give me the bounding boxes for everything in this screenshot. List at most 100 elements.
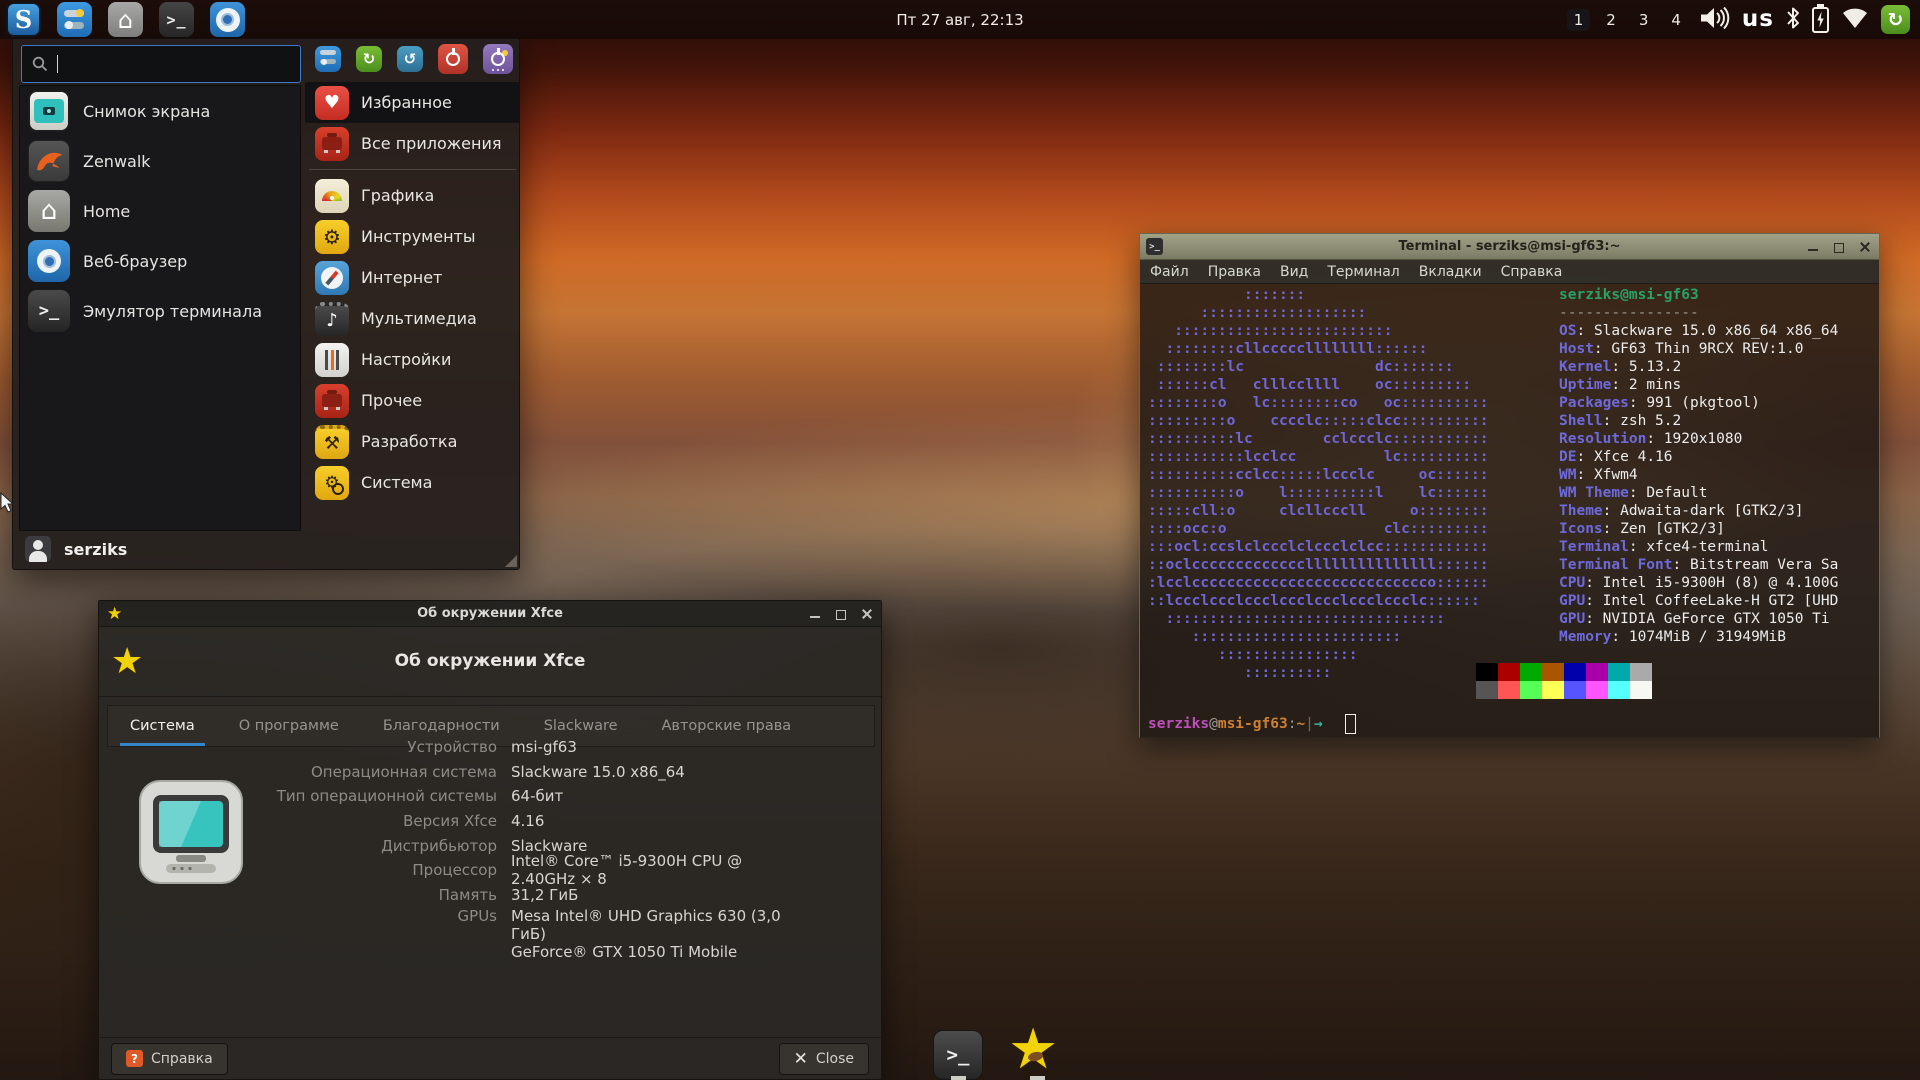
resize-grip[interactable] [505,555,517,567]
category-other[interactable]: Прочее [305,380,520,421]
session-button[interactable] [483,44,513,74]
menu-terminal[interactable]: Терминал [1327,264,1399,280]
menu-item-terminal-emulator[interactable]: >_ Эмулятор терминала [20,286,300,336]
neofetch-info-line: Terminalxfce4-terminal [1559,538,1838,556]
palette-swatch [1476,681,1498,699]
category-graphics[interactable]: Графика [305,175,520,216]
about-actions: ? Справка ✕ Close [99,1037,881,1079]
home-launcher[interactable]: ⌂ [108,2,143,37]
menu-item-zenwalk[interactable]: Zenwalk [20,136,300,186]
palette-swatch [1608,681,1630,699]
neofetch-info-line: Memory1074MiB / 31949MiB [1559,628,1838,646]
graphics-rainbow-icon [315,179,349,213]
settings-sliders-icon [315,343,349,377]
neofetch-info-line: GPUIntel CoffeeLake-H GT2 [UHD [1559,592,1838,610]
palette-swatch [1542,681,1564,699]
palette-swatch [1520,663,1542,681]
field-gpus: GPUsMesa Intel® UHD Graphics 630 (3,0 Ги… [109,907,809,956]
slackware-launcher[interactable]: S [6,2,41,37]
dock-about-xfce-button[interactable]: ★ [1008,1022,1058,1078]
menu-edit[interactable]: Правка [1208,264,1261,280]
category-tools[interactable]: ⚙ Инструменты [305,216,520,257]
neofetch-info-line: HostGF63 Thin 9RCX REV:1.0 [1559,340,1838,358]
terminal-icon: >_ [166,11,186,29]
restart-button[interactable]: ↺ [397,46,423,72]
updater-icon[interactable]: ↻ [1881,5,1910,34]
workspace-switcher: 1 2 3 4 [1567,9,1688,31]
palette-swatch [1476,663,1498,681]
terminal-title: Terminal - serziks@msi-gf63:~ [1140,239,1879,254]
keyboard-layout-indicator[interactable]: us [1742,8,1774,31]
menu-help[interactable]: Справка [1501,264,1563,280]
close-button[interactable] [861,608,873,620]
home-icon: ⌂ [118,6,133,34]
top-panel: S ⌂ >_ Пт 27 авг, 22:13 1 2 3 4 us ↻ [0,0,1920,39]
battery-icon[interactable] [1812,7,1829,33]
dock-terminal-button[interactable]: >_ [933,1030,983,1080]
category-all-applications[interactable]: Все приложения [305,123,520,164]
panel-clock[interactable]: Пт 27 авг, 22:13 [896,11,1023,29]
menu-user-footer[interactable]: serziks [13,533,519,565]
workspace-4[interactable]: 4 [1664,9,1688,31]
field-cpu: ПроцессорIntel® Core™ i5-9300H CPU @ 2.4… [109,858,809,883]
terminal-launcher[interactable]: >_ [159,2,194,37]
workspace-3[interactable]: 3 [1632,9,1656,31]
neofetch-title: serziks@msi-gf63 [1559,286,1838,304]
about-titlebar[interactable]: ★ Об окружении Xfce [99,601,881,627]
help-icon: ? [126,1050,143,1067]
minimize-button[interactable] [809,608,821,620]
screenshot-icon [28,90,70,132]
shell-prompt: serziks@msi-gf63:~|→ [1148,714,1356,734]
menu-file[interactable]: Файл [1150,264,1189,280]
search-input[interactable] [21,45,301,83]
neofetch-info-line: CPUIntel i5-9300H (8) @ 4.100G [1559,574,1838,592]
development-hammer-icon: ⚒ [315,425,349,459]
internet-compass-icon [315,261,349,295]
maximize-button[interactable] [1833,241,1845,253]
network-icon[interactable] [1841,7,1869,33]
bluetooth-icon[interactable] [1786,6,1800,34]
terminal-cursor [1345,714,1356,734]
category-internet[interactable]: Интернет [305,257,520,298]
menu-view[interactable]: Вид [1280,264,1308,280]
close-button[interactable] [1859,241,1871,253]
menu-item-screenshot[interactable]: Снимок экрана [20,86,300,136]
power-icon [446,52,460,66]
heart-icon: ♥ [315,86,349,120]
neofetch-info-line: DEXfce 4.16 [1559,448,1838,466]
close-icon: ✕ [794,1049,808,1069]
maximize-button[interactable] [835,608,847,620]
browser-launcher[interactable] [210,2,245,37]
settings-button[interactable] [315,46,341,72]
menu-item-home[interactable]: ⌂ Home [20,186,300,236]
menu-app-list: Снимок экрана Zenwalk ⌂ Home Веб-браузер… [19,85,301,531]
minimize-button[interactable] [1807,241,1819,253]
session-buttons: ↻ ↺ [315,44,513,74]
field-xfce-version: Версия Xfce4.16 [109,809,809,834]
palette-swatch [1520,681,1542,699]
terminal-color-palette [1476,663,1652,699]
separator [309,169,516,170]
menu-item-web-browser[interactable]: Веб-браузер [20,236,300,286]
menu-categories-pane: ↻ ↺ ♥ Избранное Все приложения Графика [305,38,520,571]
update-button[interactable]: ↻ [356,46,382,72]
palette-swatch [1498,681,1520,699]
shutdown-button[interactable] [438,44,468,74]
workspace-1[interactable]: 1 [1567,9,1591,31]
workspace-2[interactable]: 2 [1599,9,1623,31]
settings-launcher[interactable] [57,2,92,37]
category-settings[interactable]: Настройки [305,339,520,380]
terminal-titlebar[interactable]: >_ Terminal - serziks@msi-gf63:~ [1140,234,1879,260]
help-button[interactable]: ? Справка [111,1043,228,1075]
category-development[interactable]: ⚒ Разработка [305,421,520,462]
menu-tabs[interactable]: Вкладки [1419,264,1482,280]
category-favorites[interactable]: ♥ Избранное [305,82,520,123]
all-applications-icon [315,127,349,161]
category-multimedia[interactable]: ♪ Мультимедиа [305,298,520,339]
category-system[interactable]: ⚙ Система [305,462,520,503]
close-button[interactable]: ✕ Close [779,1043,869,1075]
about-xfce-window: ★ Об окружении Xfce ★ Об окружении Xfce … [98,600,882,1080]
neofetch-info-line: Kernel5.13.2 [1559,358,1838,376]
terminal-screen[interactable]: ::::::: ::::::::::::::::::: ::::::::::::… [1140,284,1879,738]
volume-icon[interactable] [1700,7,1730,33]
